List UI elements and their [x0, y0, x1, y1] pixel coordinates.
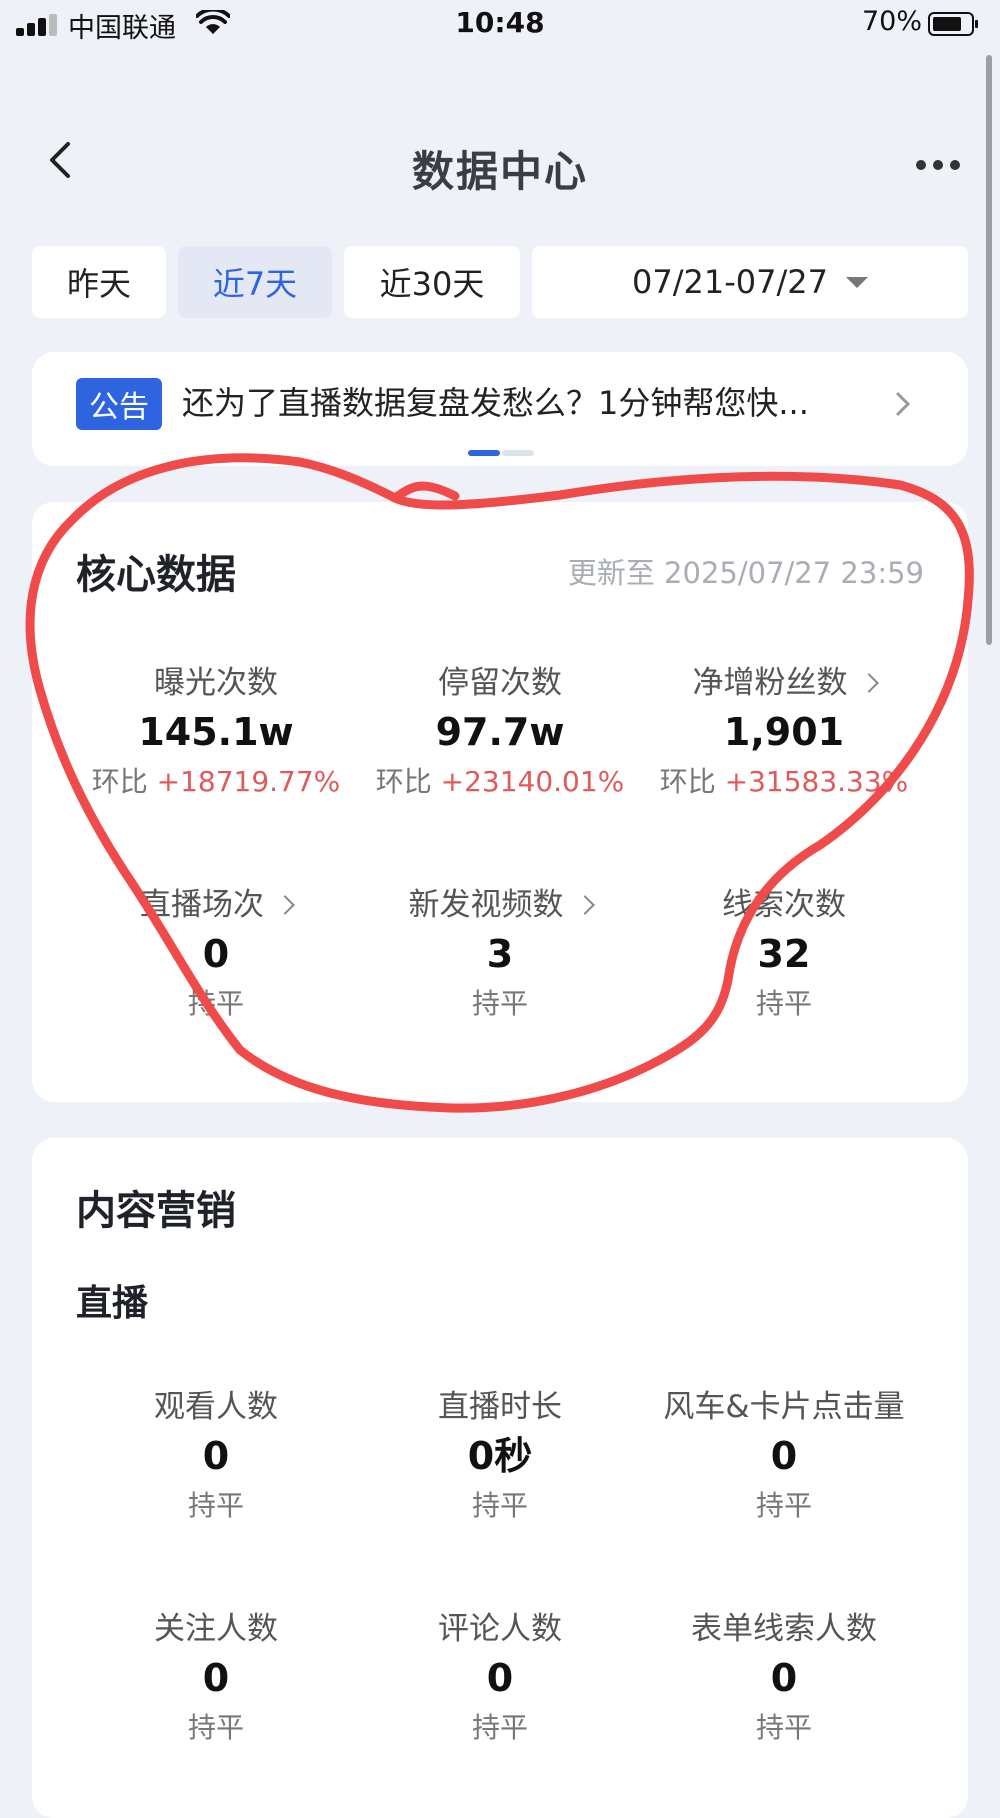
carousel-indicator	[468, 450, 538, 456]
metric-label: 停留次数	[438, 665, 562, 701]
metric-label: 关注人数	[154, 1611, 278, 1647]
metric-change: 环比 +18719.77%	[66, 760, 366, 804]
metric-value: 145.1w	[138, 710, 294, 754]
metric-change: 持平	[187, 987, 244, 1020]
carousel-dot-active	[468, 450, 500, 456]
notice-banner[interactable]: 公告 还为了直播数据复盘发愁么？1分钟帮您快...	[32, 352, 968, 466]
metric-change: 持平	[471, 1711, 528, 1744]
tab-yesterday[interactable]: 昨天	[32, 246, 166, 318]
clock: 10:48	[455, 6, 545, 39]
metric-value: 97.7w	[435, 710, 565, 754]
metric-exposure: 曝光次数 145.1w 环比 +18719.77%	[66, 662, 366, 804]
chevron-right-icon	[574, 895, 595, 915]
metric-value: 0	[770, 1434, 798, 1478]
metric-card-clicks: 风车&卡片点击量 0 持平	[634, 1386, 934, 1528]
metric-label: 风车&卡片点击量	[663, 1389, 905, 1425]
battery-icon	[928, 12, 978, 36]
page-title: 数据中心	[411, 147, 588, 196]
nav-bar: 数据中心	[0, 110, 1000, 220]
core-data-card: 核心数据 更新至 2025/07/27 23:59 曝光次数 145.1w 环比…	[32, 502, 968, 1102]
metric-value: 0	[486, 1656, 514, 1700]
metric-label: 表单线索人数	[691, 1611, 877, 1647]
metric-change: 环比 +23140.01%	[350, 760, 650, 804]
live-section-title: 直播	[76, 1283, 149, 1324]
status-bar: 中国联通 10:48 70%	[0, 0, 1000, 52]
metric-value: 0	[770, 1656, 798, 1700]
metric-change: 持平	[471, 987, 528, 1020]
metric-label-text: 新发视频数	[408, 887, 564, 923]
metric-value: 3	[486, 932, 514, 976]
metric-change: 环比 +31583.33%	[634, 760, 934, 804]
metric-change: 持平	[187, 1711, 244, 1744]
metric-value: 32	[757, 932, 811, 976]
date-range-text: 07/21-07/27	[632, 263, 828, 301]
metric-form-leads: 表单线索人数 0 持平	[634, 1608, 934, 1750]
change-prefix: 环比	[375, 765, 441, 798]
chevron-right-icon	[275, 895, 295, 915]
metric-live-sessions[interactable]: 直播场次 0 持平	[66, 884, 366, 1026]
metric-value: 1,901	[723, 710, 845, 754]
metric-followers: 关注人数 0 持平	[66, 1608, 366, 1750]
content-marketing-card: 内容营销 直播 观看人数 0 持平 直播时长 0秒 持平 风车&卡片点击量 0 …	[32, 1138, 968, 1818]
metric-label: 新发视频数	[350, 884, 650, 926]
metric-net-followers[interactable]: 净增粉丝数 1,901 环比 +31583.33%	[634, 662, 934, 804]
metric-label-text: 直播场次	[140, 887, 264, 923]
date-range-picker[interactable]: 07/21-07/27	[532, 246, 968, 318]
battery-percent: 70%	[862, 6, 923, 37]
metric-commenters: 评论人数 0 持平	[350, 1608, 650, 1750]
metric-change: 持平	[755, 1489, 812, 1522]
metric-change: 持平	[471, 1489, 528, 1522]
tab-last-7-days[interactable]: 近7天	[178, 246, 332, 318]
metric-label-text: 净增粉丝数	[692, 665, 848, 701]
metric-label: 曝光次数	[154, 665, 278, 701]
metric-value: 0秒	[467, 1434, 533, 1478]
more-options-icon[interactable]	[916, 160, 960, 172]
notice-text: 还为了直播数据复盘发愁么？1分钟帮您快...	[182, 384, 809, 422]
change-value: +23140.01%	[440, 765, 625, 798]
change-prefix: 环比	[659, 765, 725, 798]
tab-last-30-days[interactable]: 近30天	[344, 246, 520, 318]
metric-new-videos[interactable]: 新发视频数 3 持平	[350, 884, 650, 1026]
metric-change: 持平	[755, 987, 812, 1020]
metric-value: 0	[202, 1434, 230, 1478]
notice-badge: 公告	[76, 378, 162, 430]
metric-label: 观看人数	[154, 1389, 278, 1425]
metric-label: 线索次数	[722, 887, 846, 923]
metric-label: 直播时长	[438, 1389, 562, 1425]
change-prefix: 环比	[91, 765, 157, 798]
metric-leads: 线索次数 32 持平	[634, 884, 934, 1026]
change-value: +18719.77%	[156, 765, 341, 798]
metric-value: 0	[202, 932, 230, 976]
metric-change: 持平	[187, 1489, 244, 1522]
change-value: +31583.33%	[724, 765, 909, 798]
chevron-right-icon	[896, 392, 911, 416]
metric-change: 持平	[755, 1711, 812, 1744]
metric-label: 净增粉丝数	[634, 662, 934, 704]
metric-value: 0	[202, 1656, 230, 1700]
metric-dwell: 停留次数 97.7w 环比 +23140.01%	[350, 662, 650, 804]
metric-live-duration: 直播时长 0秒 持平	[350, 1386, 650, 1528]
chevron-right-icon	[858, 673, 879, 693]
carousel-dot	[502, 450, 534, 456]
content-marketing-title: 内容营销	[76, 1188, 236, 1234]
metric-viewers: 观看人数 0 持平	[66, 1386, 366, 1528]
core-data-title: 核心数据	[76, 552, 236, 598]
metric-label: 评论人数	[438, 1611, 562, 1647]
update-time: 更新至 2025/07/27 23:59	[567, 556, 924, 590]
caret-down-icon	[845, 276, 868, 288]
metric-label: 直播场次	[66, 884, 366, 926]
